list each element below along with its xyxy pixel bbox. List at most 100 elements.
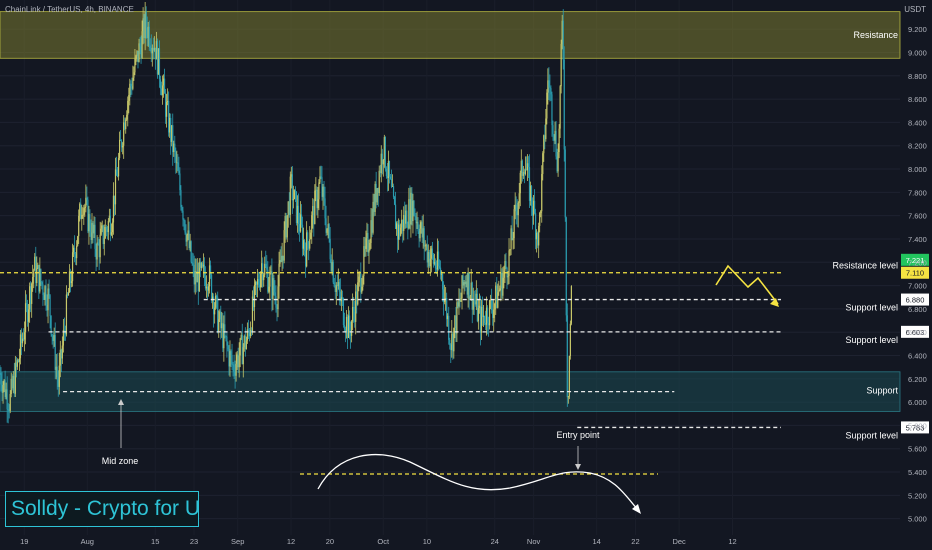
candle-body xyxy=(19,334,22,359)
candle-body xyxy=(252,296,255,308)
candle-body xyxy=(244,335,246,350)
candle-body xyxy=(57,377,59,387)
candle-body xyxy=(240,334,242,339)
candle-body xyxy=(141,31,143,58)
candle-body xyxy=(313,206,315,225)
candle-body xyxy=(338,282,340,292)
candle-body xyxy=(82,214,84,216)
candle-body xyxy=(502,277,504,296)
candle-body xyxy=(436,251,439,270)
level-label: Support level xyxy=(845,335,898,345)
candle-body xyxy=(382,159,384,165)
candle-body xyxy=(153,47,155,51)
candle-body xyxy=(478,305,480,309)
candle-body xyxy=(360,273,362,293)
candle-body xyxy=(126,114,128,120)
candle-body xyxy=(174,143,176,152)
candle-body xyxy=(38,265,40,292)
candle-body xyxy=(569,323,571,356)
candle-body xyxy=(90,232,92,240)
level-label: Resistance level xyxy=(832,261,898,271)
candle-body xyxy=(415,216,417,224)
candle-body xyxy=(299,214,302,232)
candle-body xyxy=(104,227,106,239)
candle-body xyxy=(206,286,209,291)
candle-body xyxy=(227,345,229,350)
candle-body xyxy=(228,349,230,367)
candle-body xyxy=(491,299,493,311)
candle-body xyxy=(52,336,54,342)
candle-body xyxy=(494,303,496,310)
candle-body xyxy=(321,177,323,197)
candle-body xyxy=(337,282,339,287)
candle-body xyxy=(70,281,73,284)
candle-body xyxy=(317,199,319,209)
candle-body xyxy=(483,315,486,323)
candle-body xyxy=(381,153,383,165)
candle-body xyxy=(238,355,240,368)
candle-body xyxy=(282,255,284,261)
candle-body xyxy=(160,88,163,96)
candle-body xyxy=(455,315,457,334)
candle-body xyxy=(247,329,249,332)
candle-body xyxy=(218,319,220,332)
candle-body xyxy=(79,203,81,216)
candle-body xyxy=(538,225,540,246)
candle-body xyxy=(78,215,80,237)
candle-body xyxy=(461,275,463,299)
candle-body xyxy=(87,199,89,232)
candle-body xyxy=(259,284,261,288)
x-tick-label: Aug xyxy=(81,537,94,546)
candle-body xyxy=(121,140,123,148)
candle-body xyxy=(260,273,262,288)
candle-body xyxy=(503,270,505,278)
candle-body xyxy=(448,315,450,340)
candle-body xyxy=(551,94,553,126)
candle-body xyxy=(71,252,74,282)
candle-body xyxy=(452,333,454,352)
candle-body xyxy=(186,234,188,242)
candle-body xyxy=(364,246,366,249)
candle-body xyxy=(505,261,507,268)
candle-body xyxy=(523,172,525,175)
candle-body xyxy=(112,195,115,223)
candle-body xyxy=(384,137,386,169)
candle-body xyxy=(421,222,423,238)
candle-body xyxy=(177,162,179,171)
candle-body xyxy=(385,168,387,177)
candle-body xyxy=(123,122,125,146)
candle-body xyxy=(345,316,348,332)
candle-body xyxy=(329,238,331,260)
candle-body xyxy=(367,233,369,253)
candle-body xyxy=(428,252,430,267)
candle-body xyxy=(94,224,96,249)
candle-body xyxy=(55,366,57,370)
candle-body xyxy=(95,248,97,260)
candle-body xyxy=(465,281,467,285)
candle-body xyxy=(340,297,343,302)
candle-body xyxy=(422,228,424,238)
candle-body xyxy=(363,246,365,276)
candle-body xyxy=(353,306,355,312)
level-label: Support level xyxy=(845,430,898,440)
candle-body xyxy=(316,189,318,209)
candle-body xyxy=(418,231,420,239)
candle-body xyxy=(143,18,145,39)
candle-body xyxy=(417,221,419,232)
candle-body xyxy=(12,375,14,389)
candle-body xyxy=(471,282,473,310)
candle-body xyxy=(117,158,120,177)
candle-body xyxy=(201,263,203,267)
candle-body xyxy=(108,215,110,222)
candle-body xyxy=(254,282,257,286)
candle-body xyxy=(127,100,129,115)
candle-body xyxy=(224,324,226,336)
candle-body xyxy=(473,298,475,302)
candle-body xyxy=(501,272,503,296)
candle-body xyxy=(504,261,506,271)
y-tick-label: 8.800 xyxy=(908,72,927,81)
candle-body xyxy=(291,174,293,201)
candle-body xyxy=(484,322,487,325)
candle-body xyxy=(548,80,550,88)
candle-body xyxy=(456,302,458,334)
